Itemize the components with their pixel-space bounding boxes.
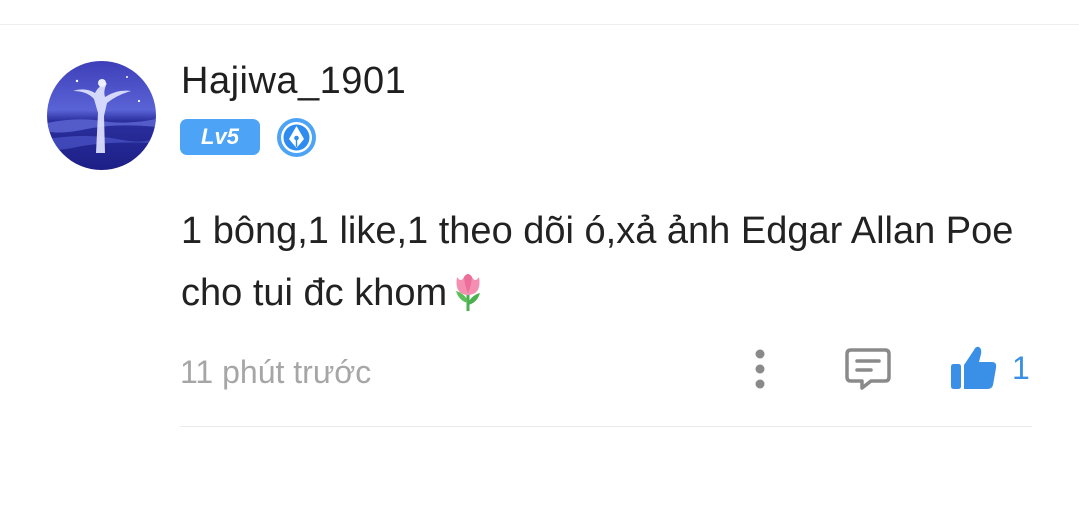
like-button[interactable]: 1 bbox=[948, 342, 1030, 394]
avatar[interactable] bbox=[47, 61, 156, 170]
comment-text: 1 bông,1 like,1 theo dõi ó,xả ảnh Edgar … bbox=[181, 200, 1041, 324]
like-count: 1 bbox=[1012, 350, 1030, 386]
avatar-image bbox=[47, 61, 156, 170]
tulip-icon bbox=[456, 274, 481, 311]
comment-body: 1 bông,1 like,1 theo dõi ó,xả ảnh Edgar … bbox=[181, 210, 1014, 314]
vertical-ellipsis-icon[interactable] bbox=[742, 346, 778, 392]
comment-bubble-icon[interactable] bbox=[843, 344, 893, 394]
thumbs-up-icon bbox=[951, 346, 997, 389]
username[interactable]: Hajiwa_1901 bbox=[181, 58, 406, 104]
pen-nib-badge-icon bbox=[277, 118, 316, 157]
top-divider bbox=[0, 24, 1079, 25]
timestamp: 11 phút trước bbox=[180, 354, 372, 390]
level-badge: Lv5 bbox=[180, 119, 260, 155]
comment-divider bbox=[180, 426, 1032, 427]
